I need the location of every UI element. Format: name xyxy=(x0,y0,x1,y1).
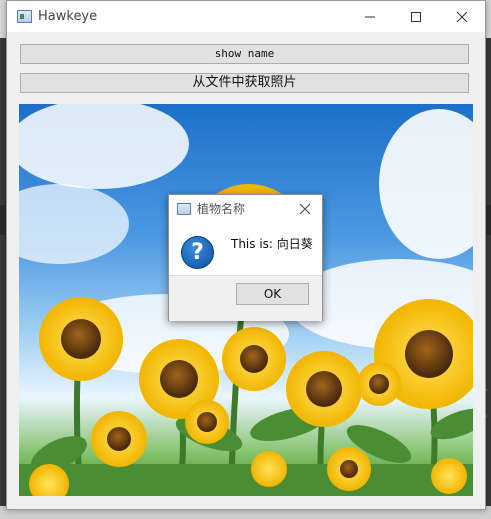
dialog-close-button[interactable] xyxy=(297,201,313,217)
show-name-button[interactable]: show name xyxy=(20,44,469,64)
maximize-button[interactable] xyxy=(393,1,439,32)
question-icon: ? xyxy=(181,236,214,269)
ok-button[interactable]: OK xyxy=(236,283,309,305)
minimize-icon xyxy=(365,16,375,18)
dialog-app-icon xyxy=(177,203,191,215)
dialog-message: This is: 向日葵 xyxy=(231,237,313,251)
minimize-button[interactable] xyxy=(347,1,393,32)
close-button[interactable] xyxy=(439,1,485,32)
plant-name-dialog: 植物名称 ? This is: 向日葵 OK xyxy=(168,194,323,321)
app-icon xyxy=(17,10,32,23)
load-photo-from-file-button[interactable]: 从文件中获取照片 xyxy=(20,73,469,93)
window-title: Hawkeye xyxy=(38,9,98,24)
title-bar[interactable]: Hawkeye xyxy=(7,1,485,32)
dialog-title: 植物名称 xyxy=(197,202,246,216)
close-icon xyxy=(299,203,311,215)
maximize-icon xyxy=(411,12,421,22)
close-icon xyxy=(456,11,468,23)
dialog-title-bar[interactable]: 植物名称 xyxy=(169,195,322,223)
